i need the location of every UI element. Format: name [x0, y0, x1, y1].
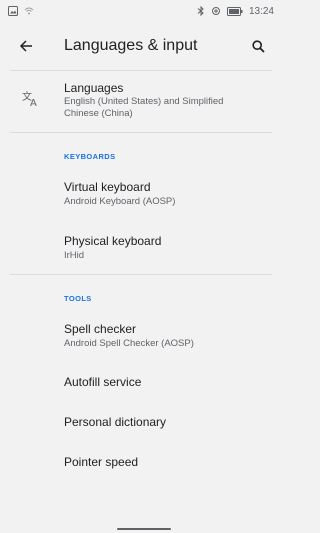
personal-dictionary-item[interactable]: Personal dictionary: [0, 402, 282, 440]
pointer-speed-item[interactable]: Pointer speed: [0, 442, 282, 480]
bluetooth-icon: [197, 6, 204, 16]
wifi-off-icon: [24, 7, 34, 15]
spell-checker-item[interactable]: Spell checker Android Spell Checker (AOS…: [0, 314, 282, 360]
keyboards-header: KEYBOARDS: [64, 152, 116, 161]
status-time: 13:24: [248, 5, 274, 17]
search-icon: [251, 39, 265, 53]
spell-checker-title: Spell checker: [64, 322, 137, 336]
virtual-keyboard-item[interactable]: Virtual keyboard Android Keyboard (AOSP): [0, 172, 282, 222]
languages-item[interactable]: 文 A Languages English (United States) an…: [0, 71, 282, 132]
status-bar: 13:24: [0, 0, 282, 22]
languages-summary-line1: English (United States) and Simplified: [64, 96, 224, 107]
section-divider: [10, 274, 272, 275]
status-right: 13:24: [197, 6, 274, 17]
svg-text:A: A: [30, 98, 37, 107]
home-indicator[interactable]: [117, 528, 171, 530]
status-left: [8, 6, 34, 16]
back-arrow-icon: [19, 40, 32, 52]
data-saver-icon: [211, 7, 220, 15]
physical-keyboard-title: Physical keyboard: [64, 234, 162, 248]
languages-summary-line2: Chinese (China): [64, 108, 133, 119]
physical-keyboard-item[interactable]: Physical keyboard IrHid: [0, 226, 282, 272]
image-icon: [8, 6, 18, 16]
battery-icon: [226, 6, 243, 16]
autofill-service-title: Autofill service: [64, 375, 142, 389]
page-title: Languages & input: [64, 37, 198, 54]
languages-title: Languages: [64, 81, 124, 95]
virtual-keyboard-summary: Android Keyboard (AOSP): [64, 196, 176, 207]
virtual-keyboard-title: Virtual keyboard: [64, 180, 151, 194]
section-divider: [10, 132, 272, 133]
tools-header: TOOLS: [64, 294, 92, 303]
pointer-speed-title: Pointer speed: [64, 455, 139, 469]
personal-dictionary-title: Personal dictionary: [64, 415, 167, 429]
autofill-service-item[interactable]: Autofill service: [0, 362, 282, 400]
translate-icon: 文 A: [22, 91, 37, 107]
back-button[interactable]: [14, 34, 38, 58]
spell-checker-summary: Android Spell Checker (AOSP): [64, 338, 194, 349]
physical-keyboard-summary: IrHid: [64, 250, 85, 261]
app-bar: Languages & input: [0, 22, 282, 70]
search-button[interactable]: [246, 34, 270, 58]
